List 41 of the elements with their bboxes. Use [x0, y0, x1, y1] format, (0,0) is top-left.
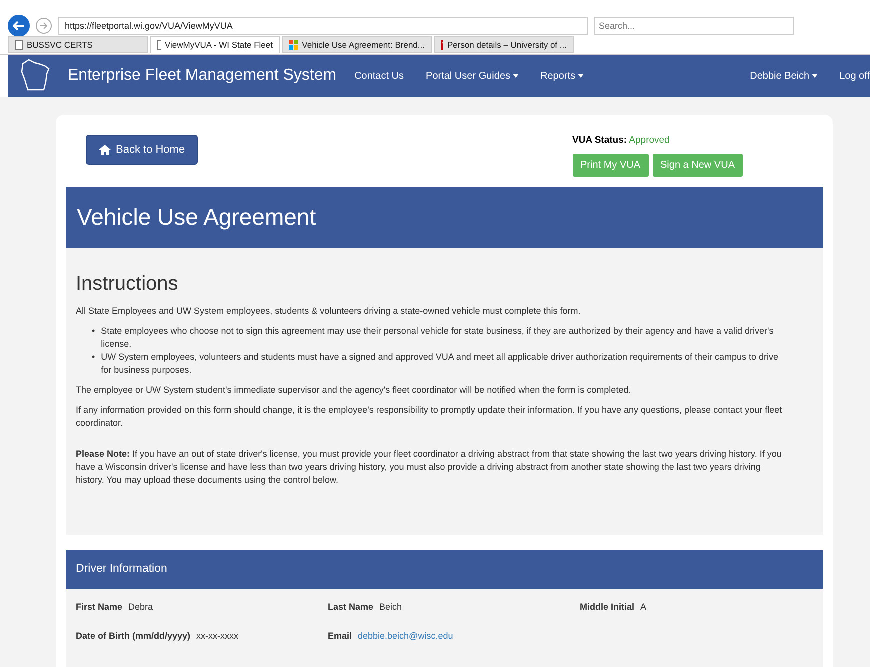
back-to-home-button[interactable]: Back to Home — [86, 135, 198, 165]
section-heading: Instructions — [76, 272, 180, 297]
bullet-icon: • — [92, 351, 96, 378]
field-label: Email — [328, 630, 352, 641]
address-bar[interactable]: https://fleetportal.wi.gov/VUA/ViewMyVUA — [58, 17, 588, 35]
panel-heading: Driver Information — [66, 550, 823, 589]
paragraph: The employee or UW System student's immediate supervisor and the agency's fleet coordinator will be notified when the form is completed. — [76, 384, 632, 398]
back-button[interactable] — [8, 15, 30, 37]
list-item: State employees who choose not to sign this agreement may use their personal vehicle for state business, if they are authorized by their agency and have a valid driver's license. — [101, 325, 775, 352]
list-item: UW System employees, volunteers and students must have a signed and approved VUA and meet all applicable driver authorization requirements of their campus to drive for business purposes. — [101, 351, 780, 378]
browser-tab[interactable]: ViewMyVUA - WI State Fleet — [150, 36, 280, 53]
note-paragraph: Please Note: If you have an out of state driver's license, you must provide your fleet coordinator a driving abstract from that state showing the last two years driving history. If you have a Wisconsin driver's license and have less than two years driving history, you must also provide a driving abstract from another state showing the last two years driving history. You may upload these documents using the control below. — [76, 448, 783, 488]
field-label: First Name — [76, 602, 123, 612]
nav-link[interactable]: Portal User Guides — [426, 70, 519, 82]
email-link[interactable]: debbie.beich@wisc.edu — [358, 630, 454, 641]
browser-tab[interactable]: Person details – University of ... — [434, 36, 574, 53]
page-title: Vehicle Use Agreement — [66, 187, 823, 248]
paragraph: All State Employees and UW System employees, students & volunteers driving a state-owned vehicle must complete this form. — [76, 305, 582, 318]
field-value: Debra — [128, 602, 154, 612]
vua-status: VUA Status: Approved — [572, 135, 671, 146]
nav-link[interactable]: Reports — [540, 70, 584, 82]
caret-icon — [812, 74, 818, 78]
field-value: xx-xx-xxxx — [196, 630, 239, 641]
field-label: Date of Birth (mm/dd/yyyy) — [76, 630, 191, 641]
field-value: Beich — [380, 602, 402, 612]
app-title: Enterprise Fleet Management System — [68, 67, 337, 85]
nav-link[interactable]: Contact Us — [354, 70, 404, 82]
tiles-icon — [289, 40, 298, 50]
back-arrow-icon — [13, 21, 25, 31]
user-menu[interactable]: Debbie Beich — [750, 70, 818, 82]
paragraph: If any information provided on this form should change, it is the employee's responsibility to promptly update their information. If you have any questions, please contact your fleet coordinator. — [76, 404, 783, 430]
home-icon — [99, 145, 111, 155]
forward-arrow-icon — [40, 22, 48, 30]
field-label: Middle Initial — [580, 602, 635, 612]
browser-tab[interactable]: BUSSVC CERTS — [8, 36, 148, 53]
search-field[interactable]: Search... — [594, 17, 794, 35]
browser-tab[interactable]: Vehicle Use Agreement: Brend... — [282, 36, 432, 53]
field-label: Last Name — [328, 602, 374, 612]
field-value: A — [640, 602, 647, 612]
bullet-icon: • — [92, 325, 96, 352]
logoff-link[interactable]: Log off — [840, 70, 870, 82]
